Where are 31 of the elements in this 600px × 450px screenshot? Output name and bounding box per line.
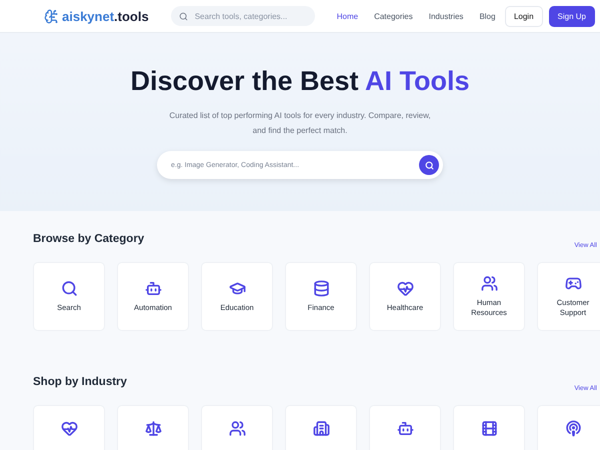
heart-pulse-icon	[60, 420, 78, 437]
search-input[interactable]: Search tools, categories...	[192, 10, 303, 22]
hero-subtitle: Curated list of top performing AI tools for every industry. Compare, review, and find the perfect match.	[168, 110, 432, 137]
section-title: Browse by Category	[33, 233, 144, 245]
search-bar[interactable]: Search tools, categories...	[170, 6, 315, 26]
nav-link[interactable]: Home	[336, 12, 358, 20]
section-title: Shop by Industry	[33, 376, 127, 388]
database-icon	[312, 280, 330, 297]
search-icon	[60, 280, 78, 297]
building-icon	[312, 420, 330, 437]
robot-icon	[396, 420, 414, 437]
robot-icon	[144, 280, 162, 297]
brain-icon	[44, 8, 59, 24]
gamepad-icon	[564, 275, 582, 292]
people-icon	[228, 420, 246, 437]
signup-button[interactable]: Sign Up	[548, 6, 595, 26]
nav-link[interactable]: Blog	[479, 12, 496, 20]
search-button[interactable]	[419, 155, 439, 175]
login-button[interactable]: Login	[504, 6, 543, 26]
search-icon	[178, 12, 188, 20]
nav-link[interactable]: Categories	[374, 12, 413, 20]
nav-link[interactable]: Industries	[428, 12, 464, 20]
podcast-icon	[564, 420, 582, 437]
heart-pulse-icon	[396, 280, 414, 297]
scale-icon	[144, 420, 162, 437]
graduation-cap-icon	[228, 280, 246, 297]
film-icon	[480, 420, 498, 437]
hero-title: Discover the Best AI Tools	[130, 66, 470, 97]
logo[interactable]: aiskynet.tools	[44, 8, 149, 24]
search-icon	[424, 160, 434, 170]
people-icon	[480, 275, 498, 292]
